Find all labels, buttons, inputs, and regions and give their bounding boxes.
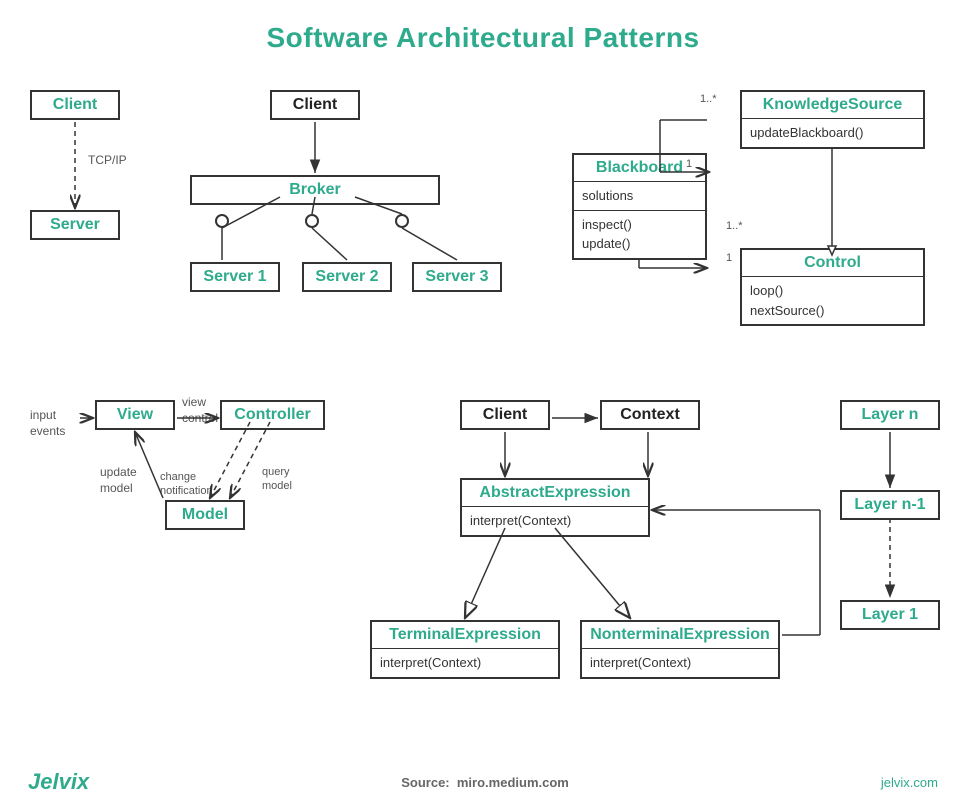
client-interp-title: Client	[462, 402, 548, 428]
control-box: Control loop() nextSource()	[740, 248, 925, 326]
client-topleft-title: Client	[32, 92, 118, 118]
broker-box: Broker	[190, 175, 440, 205]
terminal-expr-box: TerminalExpression interpret(Context)	[370, 620, 560, 679]
blackboard-section1: solutions	[574, 181, 705, 210]
layer-1-title: Layer 1	[842, 602, 938, 628]
change-notif-label: change notification	[160, 470, 213, 499]
view-control-label: view control	[182, 395, 218, 426]
layer-1-box: Layer 1	[840, 600, 940, 630]
server-topleft-title: Server	[32, 212, 118, 238]
abstract-expr-section1: interpret(Context)	[462, 506, 648, 535]
footer-url: jelvix.com	[881, 775, 938, 790]
abstract-expr-box: AbstractExpression interpret(Context)	[460, 478, 650, 537]
layer-n1-box: Layer n-1	[840, 490, 940, 520]
nonterminal-expr-section1: interpret(Context)	[582, 648, 778, 677]
view-box: View	[95, 400, 175, 430]
footer-source-label: Source:	[401, 775, 449, 790]
server-topleft-box: Server	[30, 210, 120, 240]
server3-box: Server 3	[412, 262, 502, 292]
client-interp-box: Client	[460, 400, 550, 430]
mult-1star-ctrl: 1..*	[726, 220, 743, 232]
server1-box: Server 1	[190, 262, 280, 292]
lollipop-3	[395, 214, 409, 228]
nonterminal-expr-title: NonterminalExpression	[582, 622, 778, 648]
mult-1-ctrl: 1	[726, 252, 732, 264]
footer-brand: Jelvix	[28, 769, 89, 795]
control-title: Control	[742, 250, 923, 276]
nonterminal-expr-box: NonterminalExpression interpret(Context)	[580, 620, 780, 679]
terminal-expr-section1: interpret(Context)	[372, 648, 558, 677]
layer-n-title: Layer n	[842, 402, 938, 428]
controller-title: Controller	[222, 402, 323, 428]
terminal-expr-title: TerminalExpression	[372, 622, 558, 648]
client-broker-box: Client	[270, 90, 360, 120]
controller-box: Controller	[220, 400, 325, 430]
model-title: Model	[167, 502, 243, 528]
control-section1: loop() nextSource()	[742, 276, 923, 324]
client-topleft-box: Client	[30, 90, 120, 120]
server2-box: Server 2	[302, 262, 392, 292]
model-box: Model	[165, 500, 245, 530]
knowledge-source-section1: updateBlackboard()	[742, 118, 923, 147]
mult-1star-top: 1..*	[700, 93, 717, 105]
server2-title: Server 2	[304, 264, 390, 290]
layer-n-box: Layer n	[840, 400, 940, 430]
blackboard-section2: inspect() update()	[574, 210, 705, 258]
mult-1-bb: 1	[686, 158, 692, 170]
context-box: Context	[600, 400, 700, 430]
context-title: Context	[602, 402, 698, 428]
client-broker-title: Client	[272, 92, 358, 118]
update-model-label: update model	[100, 465, 137, 496]
footer-source-url: miro.medium.com	[457, 775, 569, 790]
input-events-label: input events	[30, 408, 65, 439]
layer-n1-title: Layer n-1	[842, 492, 938, 518]
page-title: Software Architectural Patterns	[0, 0, 966, 54]
tcpip-label: TCP/IP	[88, 153, 127, 167]
abstract-expr-title: AbstractExpression	[462, 480, 648, 506]
lollipop-2	[305, 214, 319, 228]
lollipop-1	[215, 214, 229, 228]
footer-source: Source: miro.medium.com	[401, 775, 569, 790]
query-model-label: query model	[262, 465, 292, 494]
footer: Jelvix Source: miro.medium.com jelvix.co…	[0, 769, 966, 795]
knowledge-source-box: KnowledgeSource updateBlackboard()	[740, 90, 925, 149]
server3-title: Server 3	[414, 264, 500, 290]
knowledge-source-title: KnowledgeSource	[742, 92, 923, 118]
view-title: View	[97, 402, 173, 428]
broker-title: Broker	[192, 177, 438, 203]
server1-title: Server 1	[192, 264, 278, 290]
